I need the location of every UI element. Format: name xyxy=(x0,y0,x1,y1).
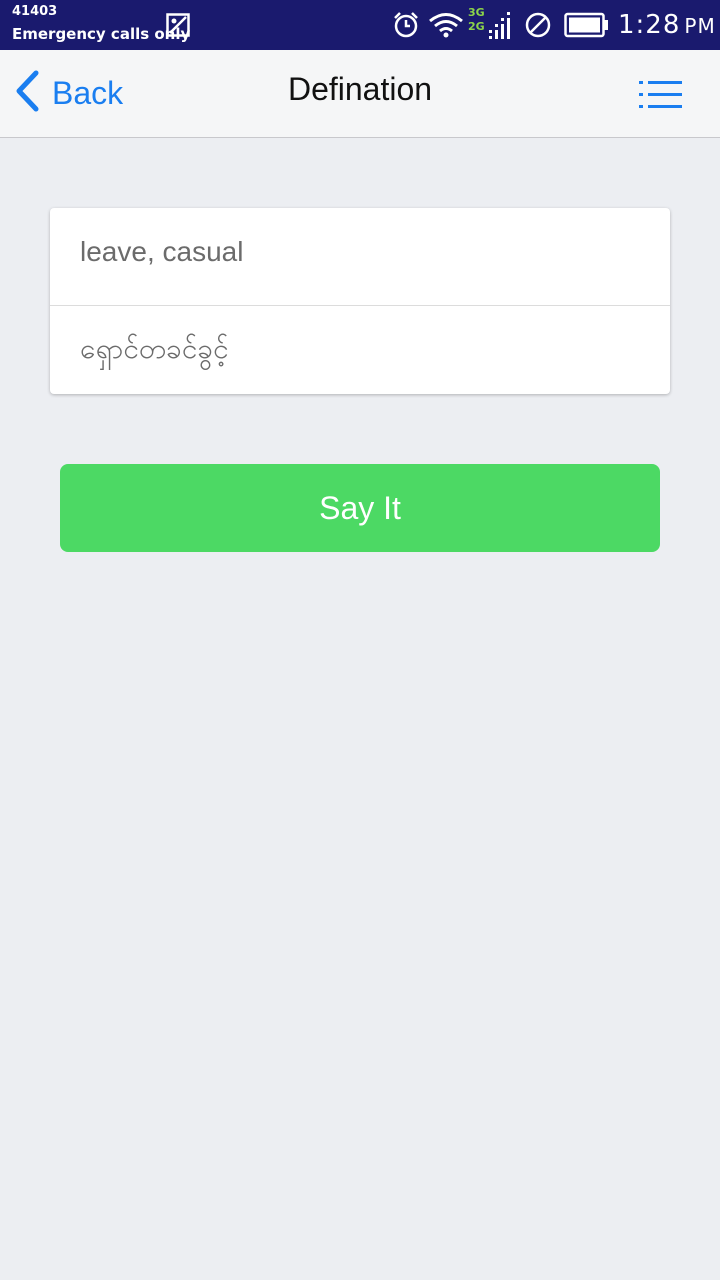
battery-icon xyxy=(564,12,610,42)
english-row: leave, casual xyxy=(50,208,670,306)
signal-icon xyxy=(488,10,512,44)
emergency-calls-text: Emergency calls only xyxy=(12,25,191,43)
clock: 1:28 PM xyxy=(618,9,716,42)
alarm-icon xyxy=(392,11,420,43)
page-title: Defination xyxy=(287,71,433,107)
english-word: leave, casual xyxy=(80,236,244,267)
network-type-bottom: 2G xyxy=(468,20,485,33)
list-menu-button[interactable] xyxy=(636,78,686,112)
network-type: 3G 2G xyxy=(468,6,485,34)
myanmar-row: ရှောင်တခင်ခွင့် xyxy=(50,306,670,394)
wifi-icon xyxy=(428,12,464,42)
clock-ampm: PM xyxy=(684,14,716,38)
clock-time: 1:28 xyxy=(618,10,681,40)
say-it-button[interactable]: Say It xyxy=(60,464,660,552)
myanmar-word: ရှောင်တခင်ခွင့် xyxy=(80,332,229,365)
gallery-icon xyxy=(166,13,190,41)
list-menu-icon xyxy=(636,81,686,116)
navigation-bar: Back Defination xyxy=(0,50,720,138)
carrier-code: 41403 xyxy=(12,4,58,19)
network-type-top: 3G xyxy=(468,6,485,19)
do-not-disturb-icon xyxy=(524,11,552,43)
definition-card: leave, casual ရှောင်တခင်ခွင့် xyxy=(50,208,670,394)
status-bar: 41403 Emergency calls only 3G 2G 1:28 PM xyxy=(0,0,720,50)
